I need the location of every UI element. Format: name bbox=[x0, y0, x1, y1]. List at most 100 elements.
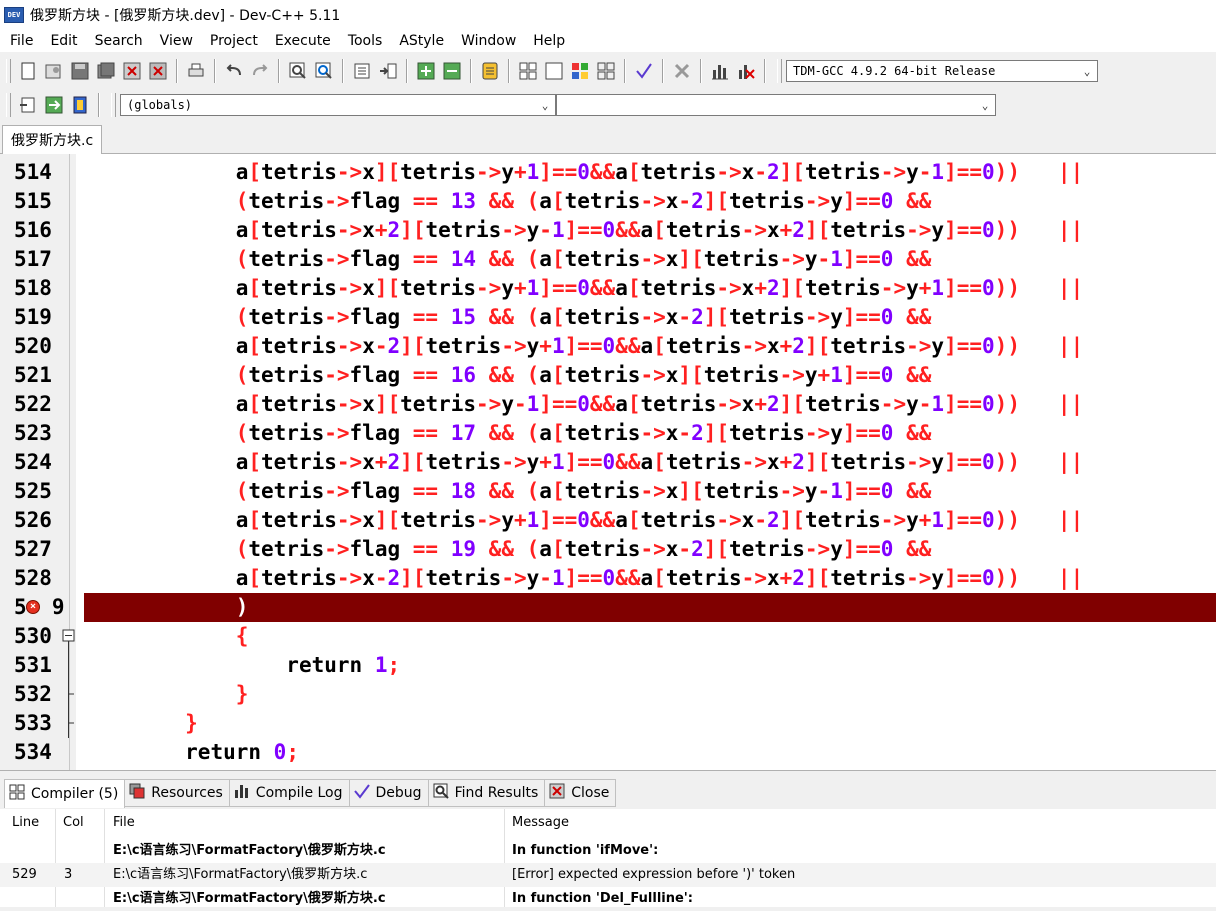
code-line[interactable]: 523 (tetris->flag == 17 && (a[tetris->x-… bbox=[0, 419, 1216, 448]
unindent-icon[interactable] bbox=[377, 60, 399, 82]
rebuild-all-icon[interactable] bbox=[595, 60, 617, 82]
redo-icon[interactable] bbox=[249, 60, 271, 82]
add-to-project-icon[interactable] bbox=[415, 60, 437, 82]
code-line[interactable]: 533 } bbox=[0, 709, 1216, 738]
toolbar-grip[interactable] bbox=[6, 93, 11, 117]
code-line[interactable]: 521 (tetris->flag == 16 && (a[tetris->x]… bbox=[0, 361, 1216, 390]
run-icon[interactable] bbox=[543, 60, 565, 82]
close-all-icon[interactable] bbox=[147, 60, 169, 82]
member-select[interactable]: ⌄ bbox=[556, 94, 996, 116]
table-row[interactable]: E:\c语言练习\FormatFactory\俄罗斯方块.c In functi… bbox=[0, 839, 1216, 863]
menu-tools[interactable]: Tools bbox=[339, 33, 391, 49]
menu-bar: File Edit Search View Project Execute To… bbox=[0, 30, 1216, 52]
menu-file[interactable]: File bbox=[0, 33, 41, 49]
replace-icon[interactable] bbox=[313, 60, 335, 82]
fold-line-icon bbox=[62, 477, 76, 506]
tab-compiler-label: Compiler (5) bbox=[31, 786, 119, 802]
menu-help[interactable]: Help bbox=[524, 33, 573, 49]
compile-icon[interactable] bbox=[517, 60, 539, 82]
line-number: 532 bbox=[14, 682, 52, 706]
goto-definition-icon[interactable] bbox=[43, 94, 65, 116]
menu-view[interactable]: View bbox=[151, 33, 201, 49]
stop-execution-icon[interactable] bbox=[671, 60, 693, 82]
toolbar-grip[interactable] bbox=[6, 59, 11, 83]
code-line[interactable]: 519 (tetris->flag == 15 && (a[tetris->x-… bbox=[0, 303, 1216, 332]
code-line[interactable]: 515 (tetris->flag == 13 && (a[tetris->x-… bbox=[0, 187, 1216, 216]
chevron-down-icon[interactable]: ⌄ bbox=[975, 99, 995, 112]
code-line[interactable]: 514 a[tetris->x][tetris->y+1]==0&&a[tetr… bbox=[0, 158, 1216, 187]
remove-from-project-icon[interactable] bbox=[441, 60, 463, 82]
project-options-icon[interactable] bbox=[479, 60, 501, 82]
compile-run-icon[interactable] bbox=[569, 60, 591, 82]
tab-resources-label: Resources bbox=[151, 785, 223, 801]
menu-window[interactable]: Window bbox=[452, 33, 524, 49]
toolbar-separator bbox=[98, 93, 100, 117]
code-line[interactable]: 530 { bbox=[0, 622, 1216, 651]
goto-declaration-icon[interactable] bbox=[17, 94, 39, 116]
menu-edit[interactable]: Edit bbox=[41, 33, 85, 49]
tab-close[interactable]: Close bbox=[544, 779, 617, 807]
toolbar-grip[interactable] bbox=[111, 93, 116, 117]
scope-select[interactable]: (globals) ⌄ bbox=[120, 94, 556, 116]
tab-compile-log[interactable]: Compile Log bbox=[228, 779, 350, 807]
save-all-icon[interactable] bbox=[95, 60, 117, 82]
undo-icon[interactable] bbox=[223, 60, 245, 82]
indent-icon[interactable] bbox=[351, 60, 373, 82]
error-marker-icon[interactable]: × bbox=[26, 600, 40, 614]
save-icon[interactable] bbox=[69, 60, 91, 82]
column-header-message[interactable]: Message bbox=[512, 809, 569, 837]
code-line[interactable]: 518 a[tetris->x][tetris->y+1]==0&&a[tetr… bbox=[0, 274, 1216, 303]
code-line[interactable]: 520 a[tetris->x-2][tetris->y+1]==0&&a[te… bbox=[0, 332, 1216, 361]
line-number: 533 bbox=[14, 711, 52, 735]
menu-execute[interactable]: Execute bbox=[266, 33, 339, 49]
code-text: a[tetris->x][tetris->y-1]==0&&a[tetris->… bbox=[235, 392, 1084, 416]
code-line[interactable]: 525 (tetris->flag == 18 && (a[tetris->x]… bbox=[0, 477, 1216, 506]
tab-tetris-c[interactable]: 俄罗斯方块.c bbox=[2, 125, 103, 154]
code-line[interactable]: 532 } bbox=[0, 680, 1216, 709]
code-line[interactable]: 517 (tetris->flag == 14 && (a[tetris->x]… bbox=[0, 245, 1216, 274]
code-editor[interactable]: 514 a[tetris->x][tetris->y+1]==0&&a[tetr… bbox=[0, 154, 1216, 770]
code-text: (tetris->flag == 19 && (a[tetris->x-2][t… bbox=[235, 537, 932, 561]
toolbar-grip[interactable] bbox=[777, 59, 782, 83]
code-line[interactable]: 516 a[tetris->x+2][tetris->y-1]==0&&a[te… bbox=[0, 216, 1216, 245]
code-line[interactable]: 531 return 1; bbox=[0, 651, 1216, 680]
menu-project[interactable]: Project bbox=[201, 33, 266, 49]
find-icon[interactable] bbox=[287, 60, 309, 82]
tab-compiler[interactable]: Compiler (5) bbox=[4, 779, 126, 808]
table-row[interactable]: 529 3 E:\c语言练习\FormatFactory\俄罗斯方块.c [Er… bbox=[0, 863, 1216, 887]
column-header-col[interactable]: Col bbox=[63, 809, 84, 837]
menu-astyle[interactable]: AStyle bbox=[390, 33, 452, 49]
profile-analysis-icon[interactable] bbox=[709, 60, 731, 82]
compiler-select[interactable]: TDM-GCC 4.9.2 64-bit Release ⌄ bbox=[786, 60, 1098, 82]
line-number: 534 bbox=[14, 740, 52, 764]
chevron-down-icon[interactable]: ⌄ bbox=[1077, 65, 1097, 78]
code-line[interactable]: 5 9 × ) bbox=[0, 593, 1216, 622]
code-line[interactable]: 526 a[tetris->x][tetris->y+1]==0&&a[tetr… bbox=[0, 506, 1216, 535]
table-row[interactable]: E:\c语言练习\FormatFactory\俄罗斯方块.c In functi… bbox=[0, 887, 1216, 911]
tab-resources[interactable]: Resources bbox=[124, 779, 230, 807]
open-file-icon[interactable] bbox=[43, 60, 65, 82]
code-line[interactable]: 534 return 0; bbox=[0, 738, 1216, 767]
menu-search[interactable]: Search bbox=[86, 33, 151, 49]
chevron-down-icon[interactable]: ⌄ bbox=[535, 99, 555, 112]
new-file-icon[interactable] bbox=[17, 60, 39, 82]
code-line[interactable]: 524 a[tetris->x+2][tetris->y+1]==0&&a[te… bbox=[0, 448, 1216, 477]
line-number: 528 bbox=[14, 566, 52, 590]
code-line[interactable]: 527 (tetris->flag == 19 && (a[tetris->x-… bbox=[0, 535, 1216, 564]
code-line[interactable]: 528 a[tetris->x-2][tetris->y-1]==0&&a[te… bbox=[0, 564, 1216, 593]
tab-debug[interactable]: Debug bbox=[348, 779, 429, 807]
close-file-icon[interactable] bbox=[121, 60, 143, 82]
fold-collapse-icon[interactable] bbox=[62, 622, 76, 651]
delete-profile-icon[interactable] bbox=[735, 60, 757, 82]
compiler-messages-table[interactable]: Line Col File Message E:\c语言练习\FormatFac… bbox=[0, 809, 1216, 907]
line-number: 527 bbox=[14, 537, 52, 561]
line-number: 523 bbox=[14, 421, 52, 445]
class-browser-icon[interactable] bbox=[69, 94, 91, 116]
column-header-file[interactable]: File bbox=[113, 809, 135, 837]
print-icon[interactable] bbox=[185, 60, 207, 82]
code-line[interactable]: 522 a[tetris->x][tetris->y-1]==0&&a[tetr… bbox=[0, 390, 1216, 419]
syntax-check-icon[interactable] bbox=[633, 60, 655, 82]
column-header-line[interactable]: Line bbox=[12, 809, 39, 837]
error-line-highlight bbox=[84, 593, 1216, 622]
tab-find-results[interactable]: Find Results bbox=[427, 779, 546, 807]
